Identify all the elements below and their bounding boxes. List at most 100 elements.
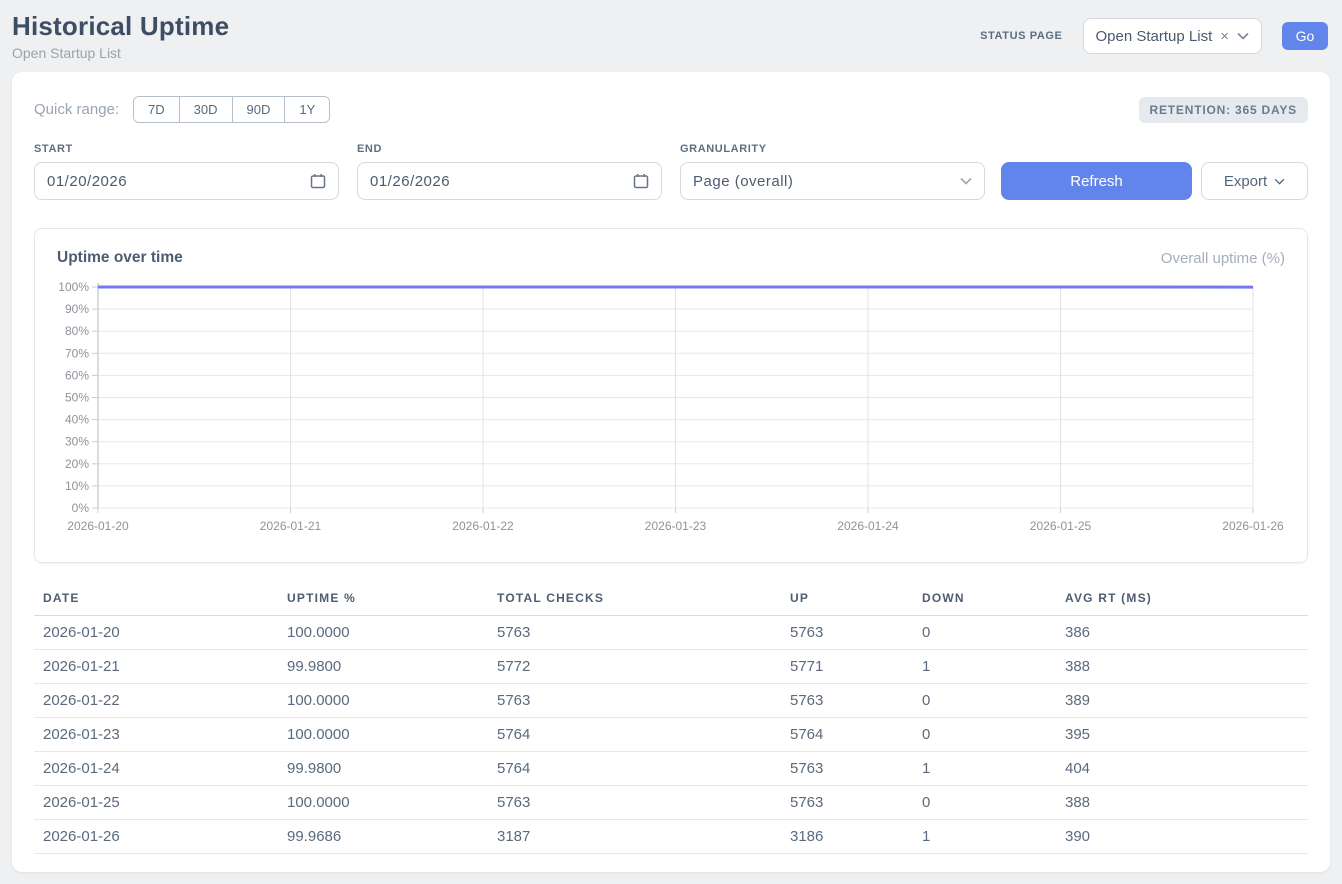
column-header: DATE — [34, 587, 278, 616]
chevron-down-icon — [1274, 178, 1285, 185]
table-row: 2026-01-25100.0000576357630388 — [34, 786, 1308, 820]
table-cell: 99.9800 — [278, 650, 488, 684]
table-cell: 388 — [1056, 650, 1308, 684]
page-title: Historical Uptime — [12, 11, 229, 42]
table-body: 2026-01-20100.00005763576303862026-01-21… — [34, 616, 1308, 854]
clear-icon[interactable]: × — [1220, 28, 1229, 45]
column-header: AVG RT (MS) — [1056, 587, 1308, 616]
end-date-field: END 01/26/2026 — [357, 143, 662, 200]
x-axis-tick-label: 2026-01-23 — [645, 519, 707, 533]
y-axis-tick-label: 100% — [58, 280, 89, 294]
quick-range-group: 7D30D90D1Y — [133, 96, 330, 123]
table-row: 2026-01-22100.0000576357630389 — [34, 684, 1308, 718]
x-axis-tick-label: 2026-01-25 — [1030, 519, 1092, 533]
table-cell: 3186 — [781, 820, 913, 854]
column-header: TOTAL CHECKS — [488, 587, 781, 616]
table-cell: 0 — [913, 616, 1056, 650]
y-axis-tick-label: 70% — [65, 346, 89, 360]
table-cell: 1 — [913, 650, 1056, 684]
granularity-label: GRANULARITY — [680, 143, 985, 155]
y-axis-tick-label: 20% — [65, 457, 89, 471]
table-cell: 0 — [913, 786, 1056, 820]
chevron-down-icon — [960, 177, 972, 185]
x-axis-tick-label: 2026-01-20 — [67, 519, 129, 533]
filter-row: START 01/20/2026 END 01/26/2026 — [34, 143, 1308, 200]
quick-range-button-7d[interactable]: 7D — [134, 97, 179, 122]
y-axis-tick-label: 80% — [65, 324, 89, 338]
page-subtitle: Open Startup List — [12, 45, 229, 61]
start-date-value: 01/20/2026 — [47, 173, 127, 190]
main-panel: Quick range: 7D30D90D1Y RETENTION: 365 D… — [12, 72, 1330, 872]
table-cell: 5764 — [488, 752, 781, 786]
page-header: Historical Uptime Open Startup List STAT… — [0, 0, 1342, 72]
table-cell: 395 — [1056, 718, 1308, 752]
start-date-field: START 01/20/2026 — [34, 143, 339, 200]
table-cell: 2026-01-22 — [34, 684, 278, 718]
end-date-input[interactable]: 01/26/2026 — [357, 162, 662, 200]
quick-range-wrap: Quick range: 7D30D90D1Y — [34, 96, 330, 123]
quick-range-button-90d[interactable]: 90D — [232, 97, 285, 122]
table-cell: 100.0000 — [278, 718, 488, 752]
export-label: Export — [1224, 173, 1267, 190]
y-axis-tick-label: 0% — [72, 501, 90, 515]
title-block: Historical Uptime Open Startup List — [12, 11, 229, 61]
y-axis-tick-label: 40% — [65, 413, 89, 427]
granularity-value: Page (overall) — [693, 173, 793, 190]
table-cell: 5763 — [488, 786, 781, 820]
start-date-input[interactable]: 01/20/2026 — [34, 162, 339, 200]
chart-title: Uptime over time — [57, 249, 183, 267]
chart-legend: Overall uptime (%) — [1161, 250, 1285, 267]
chart-header: Uptime over time Overall uptime (%) — [57, 249, 1285, 267]
table-cell: 5763 — [781, 684, 913, 718]
column-header: UPTIME % — [278, 587, 488, 616]
granularity-select[interactable]: Page (overall) — [680, 162, 985, 200]
granularity-field: GRANULARITY Page (overall) — [680, 143, 985, 200]
table-cell: 5764 — [488, 718, 781, 752]
end-date-value: 01/26/2026 — [370, 173, 450, 190]
table-cell: 100.0000 — [278, 786, 488, 820]
table-cell: 386 — [1056, 616, 1308, 650]
table-row: 2026-01-23100.0000576457640395 — [34, 718, 1308, 752]
table-cell: 390 — [1056, 820, 1308, 854]
table-cell: 1 — [913, 752, 1056, 786]
column-header: UP — [781, 587, 913, 616]
table-cell: 389 — [1056, 684, 1308, 718]
header-controls: STATUS PAGE Open Startup List × Go — [980, 18, 1328, 54]
table-row: 2026-01-2499.9800576457631404 — [34, 752, 1308, 786]
x-axis-tick-label: 2026-01-22 — [452, 519, 514, 533]
quick-range-button-1y[interactable]: 1Y — [284, 97, 329, 122]
uptime-chart-card: Uptime over time Overall uptime (%) 0% 10… — [34, 228, 1308, 563]
refresh-button[interactable]: Refresh — [1001, 162, 1192, 200]
y-axis-tick-label: 50% — [65, 391, 89, 405]
table-cell: 5763 — [781, 752, 913, 786]
quick-range-row: Quick range: 7D30D90D1Y RETENTION: 365 D… — [34, 96, 1308, 123]
retention-badge: RETENTION: 365 DAYS — [1139, 97, 1308, 123]
quick-range-button-30d[interactable]: 30D — [179, 97, 232, 122]
table-cell: 5764 — [781, 718, 913, 752]
table-cell: 2026-01-26 — [34, 820, 278, 854]
table-cell: 1 — [913, 820, 1056, 854]
calendar-icon[interactable] — [310, 173, 326, 189]
table-header-row: DATEUPTIME %TOTAL CHECKSUPDOWNAVG RT (MS… — [34, 587, 1308, 616]
uptime-chart: 0%10%20%30%40%50%60%70%80%90%100%2026-01… — [57, 275, 1287, 537]
table-cell: 0 — [913, 684, 1056, 718]
table-cell: 5763 — [781, 616, 913, 650]
table-cell: 5771 — [781, 650, 913, 684]
table-cell: 100.0000 — [278, 684, 488, 718]
export-button[interactable]: Export — [1201, 162, 1308, 200]
start-label: START — [34, 143, 339, 155]
go-button[interactable]: Go — [1282, 22, 1328, 50]
table-cell: 404 — [1056, 752, 1308, 786]
column-header: DOWN — [913, 587, 1056, 616]
calendar-icon[interactable] — [633, 173, 649, 189]
status-page-label: STATUS PAGE — [980, 30, 1062, 42]
chevron-down-icon — [1237, 32, 1249, 40]
status-page-select[interactable]: Open Startup List × — [1083, 18, 1263, 54]
table-cell: 100.0000 — [278, 616, 488, 650]
table-row: 2026-01-2199.9800577257711388 — [34, 650, 1308, 684]
table-cell: 5772 — [488, 650, 781, 684]
table-cell: 0 — [913, 718, 1056, 752]
table-cell: 2026-01-23 — [34, 718, 278, 752]
end-label: END — [357, 143, 662, 155]
table-cell: 5763 — [488, 684, 781, 718]
